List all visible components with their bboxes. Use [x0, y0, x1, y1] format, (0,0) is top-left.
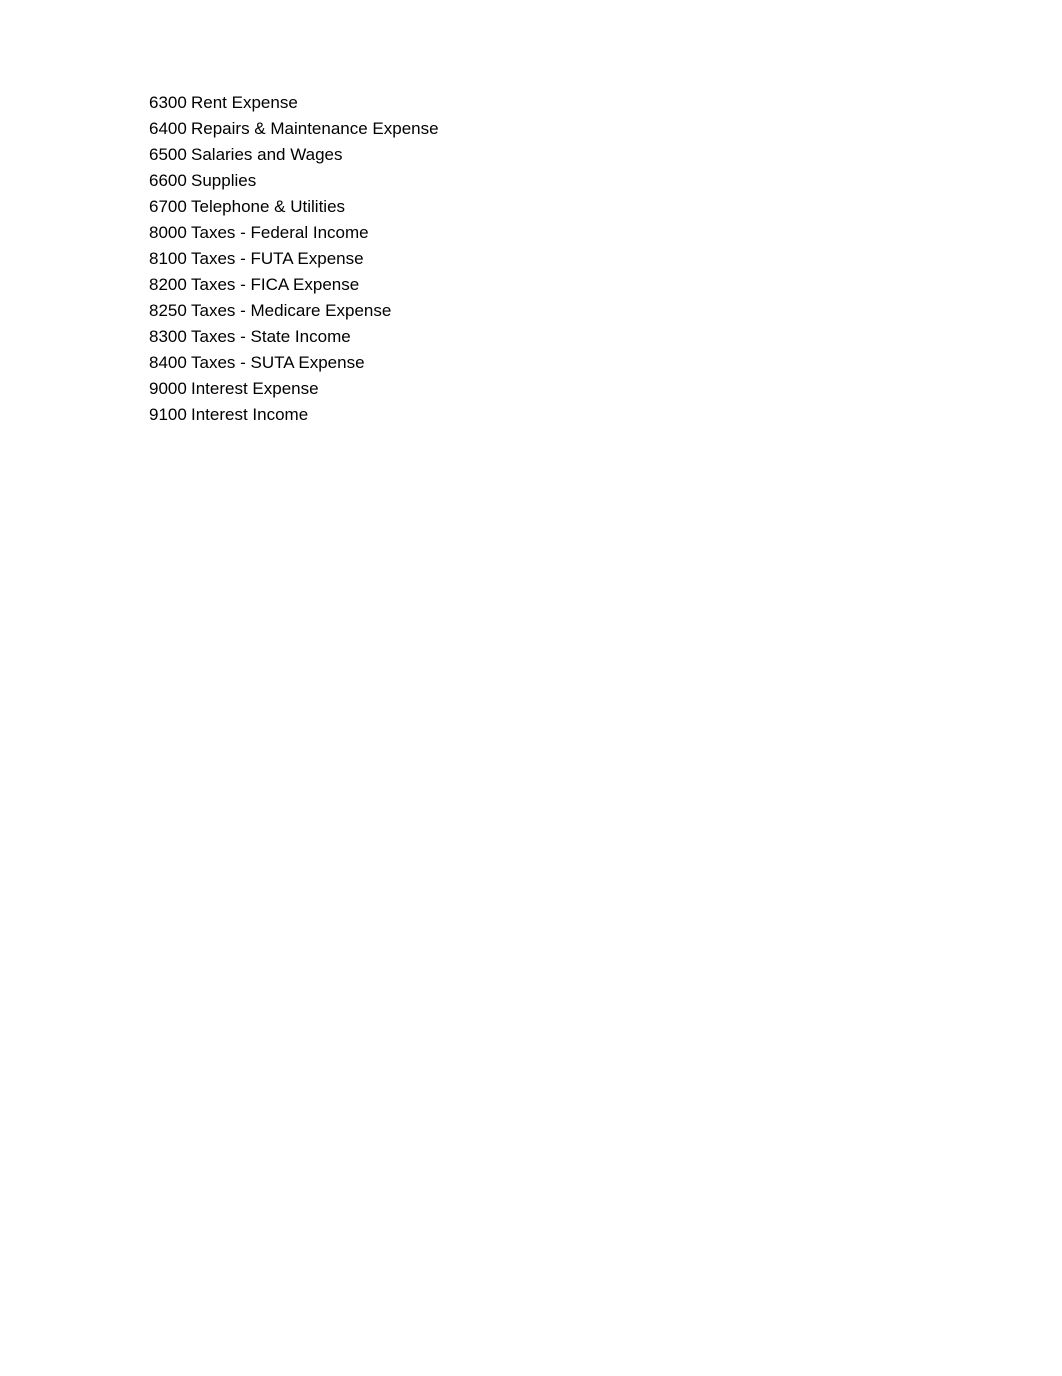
account-name: Taxes - FICA Expense [191, 275, 360, 294]
account-name: Supplies [191, 171, 257, 190]
account-name: Rent Expense [191, 93, 298, 112]
account-name: Taxes - SUTA Expense [191, 353, 365, 372]
account-number: 6600 [149, 171, 187, 190]
account-number: 8000 [149, 223, 187, 242]
account-number: 6400 [149, 119, 187, 138]
account-number: 6300 [149, 93, 187, 112]
account-number: 8200 [149, 275, 187, 294]
account-number: 9100 [149, 405, 187, 424]
account-number: 9000 [149, 379, 187, 398]
account-number: 8100 [149, 249, 187, 268]
account-name: Salaries and Wages [191, 145, 343, 164]
account-name: Interest Income [191, 405, 309, 424]
account-name: Repairs & Maintenance Expense [191, 119, 439, 138]
account-name: Taxes - FUTA Expense [191, 249, 364, 268]
account-name: Taxes - State Income [191, 327, 351, 346]
account-number: 8300 [149, 327, 187, 346]
account-name: Taxes - Medicare Expense [191, 301, 392, 320]
account-number: 6700 [149, 197, 187, 216]
account-name: Telephone & Utilities [191, 197, 346, 216]
account-number: 8250 [149, 301, 187, 320]
account-name: Interest Expense [191, 379, 319, 398]
account-number: 6500 [149, 145, 187, 164]
account-number: 8400 [149, 353, 187, 372]
account-name: Taxes - Federal Income [191, 223, 369, 242]
